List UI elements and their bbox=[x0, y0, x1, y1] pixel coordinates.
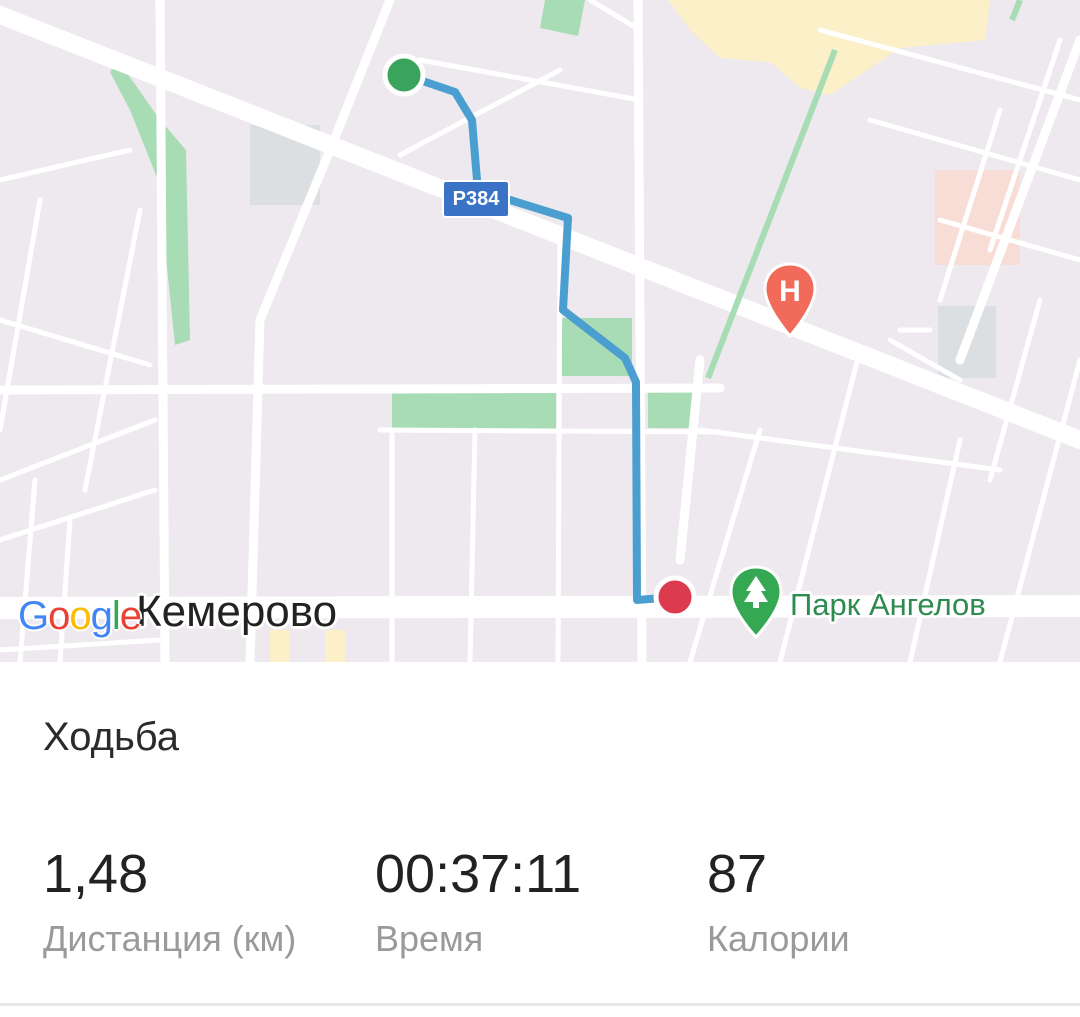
distance-value: 1,48 bbox=[43, 844, 149, 904]
city-label: Кемерово bbox=[136, 587, 338, 636]
route-start-marker bbox=[382, 53, 426, 97]
divider bbox=[0, 1003, 1080, 1006]
roads bbox=[0, 0, 1080, 662]
walking-route bbox=[401, 71, 678, 604]
park-pin-icon[interactable] bbox=[729, 565, 783, 641]
map-canvas bbox=[0, 0, 1080, 662]
google-logo: Google bbox=[18, 594, 142, 638]
hospital-glyph: H bbox=[779, 275, 801, 308]
building bbox=[668, 0, 990, 95]
time-value: 00:37:11 bbox=[375, 844, 582, 904]
road-shield: Р384 bbox=[442, 180, 510, 218]
park-area bbox=[540, 0, 585, 36]
activity-title: Ходьба bbox=[43, 715, 180, 759]
route-end-marker bbox=[653, 575, 697, 619]
park-area bbox=[392, 392, 556, 430]
park-label[interactable]: Парк Ангелов bbox=[790, 587, 986, 623]
distance-label: Дистанция (км) bbox=[43, 918, 297, 959]
route-map[interactable]: Р384 H Кемерово Парк Ангелов Google bbox=[0, 0, 1080, 662]
time-label: Время bbox=[375, 918, 484, 959]
hospital-pin-icon[interactable]: H bbox=[763, 262, 817, 340]
park-area bbox=[560, 318, 632, 376]
calories-value: 87 bbox=[707, 844, 768, 904]
calories-label: Калории bbox=[707, 918, 850, 959]
park-area bbox=[648, 390, 692, 428]
